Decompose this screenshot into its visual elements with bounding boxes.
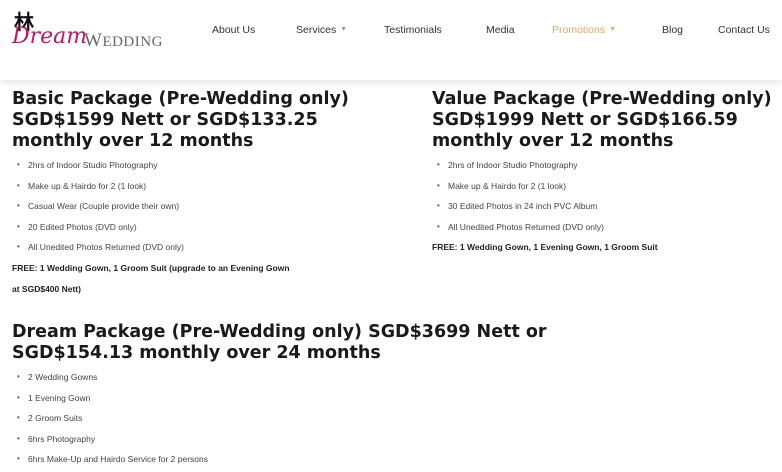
site-logo[interactable]: 林 Dream WEDDING xyxy=(12,6,172,54)
dream-package: Dream Package (Pre-Wedding only) SGD$369… xyxy=(12,322,612,470)
list-item: Casual Wear (Couple provide their own) xyxy=(12,196,422,217)
list-item: 30 Edited Photos in 24 inch PVC Album xyxy=(432,196,782,217)
nav-media[interactable]: Media xyxy=(486,24,515,36)
list-item: 1 Evening Gown xyxy=(12,388,612,409)
nav-media-label: Media xyxy=(486,24,515,36)
list-item: Make up & Hairdo for 2 (1 look) xyxy=(432,176,782,197)
logo-wedding-initial: W xyxy=(84,30,103,51)
list-item: Make up & Hairdo for 2 (1 look) xyxy=(12,176,422,197)
nav-blog[interactable]: Blog xyxy=(662,24,683,36)
chevron-down-icon: ▼ xyxy=(609,26,617,33)
value-package-title: Value Package (Pre-Wedding only) SGD$199… xyxy=(432,89,772,151)
list-item: 20 Edited Photos (DVD only) xyxy=(12,217,422,238)
list-item: 2hrs of Indoor Studio Photography xyxy=(12,155,422,176)
list-item: 6hrs Photography xyxy=(12,429,612,450)
logo-script-text: Dream xyxy=(12,24,88,49)
nav-blog-label: Blog xyxy=(662,24,684,36)
chevron-down-icon: ▼ xyxy=(340,26,348,33)
dream-package-title: Dream Package (Pre-Wedding only) SGD$369… xyxy=(12,322,547,363)
nav-promotions[interactable]: Promotions ▼ xyxy=(552,24,616,36)
basic-package-free-line-2: at SGD$400 Nett) xyxy=(12,283,81,294)
basic-package-list: 2hrs of Indoor Studio Photography Make u… xyxy=(12,155,422,258)
list-item: All Unedited Photos Returned (DVD only) xyxy=(12,237,422,258)
basic-package-title: Basic Package (Pre-Wedding only) SGD$159… xyxy=(12,89,349,151)
list-item: 2 Groom Suits xyxy=(12,408,612,429)
list-item: 2hrs of Indoor Studio Photography xyxy=(432,155,782,176)
basic-package: Basic Package (Pre-Wedding only) SGD$159… xyxy=(12,89,422,300)
nav-services[interactable]: Services ▼ xyxy=(296,24,347,36)
value-package-free-line: FREE: 1 Wedding Gown, 1 Evening Gown, 1 … xyxy=(432,242,658,252)
nav-promotions-label: Promotions xyxy=(552,24,606,36)
basic-package-free-line-1: FREE: 1 Wedding Gown, 1 Groom Suit (upgr… xyxy=(12,262,290,273)
site-header: 林 Dream WEDDING About Us Services ▼ Testi… xyxy=(0,0,782,80)
nav-testimonials[interactable]: Testimonials xyxy=(384,24,442,36)
nav-contact-us-label: Contact Us xyxy=(718,24,770,36)
list-item: 6hrs Make-Up and Hairdo Service for 2 pe… xyxy=(12,449,612,470)
nav-testimonials-label: Testimonials xyxy=(384,24,442,36)
nav-about-us[interactable]: About Us xyxy=(212,24,255,36)
list-item: 2 Wedding Gowns xyxy=(12,367,612,388)
dream-package-list: 2 Wedding Gowns 1 Evening Gown 2 Groom S… xyxy=(12,367,612,470)
logo-wedding-rest: EDDING xyxy=(102,34,163,50)
nav-contact-us[interactable]: Contact Us xyxy=(718,24,770,36)
nav-services-label: Services xyxy=(296,24,337,36)
nav-about-us-label: About Us xyxy=(212,24,256,36)
logo-wedding-text: WEDDING xyxy=(84,30,163,52)
value-package: Value Package (Pre-Wedding only) SGD$199… xyxy=(432,89,782,258)
value-package-list: 2hrs of Indoor Studio Photography Make u… xyxy=(432,155,782,237)
list-item: All Unedited Photos Returned (DVD only) xyxy=(432,217,782,238)
